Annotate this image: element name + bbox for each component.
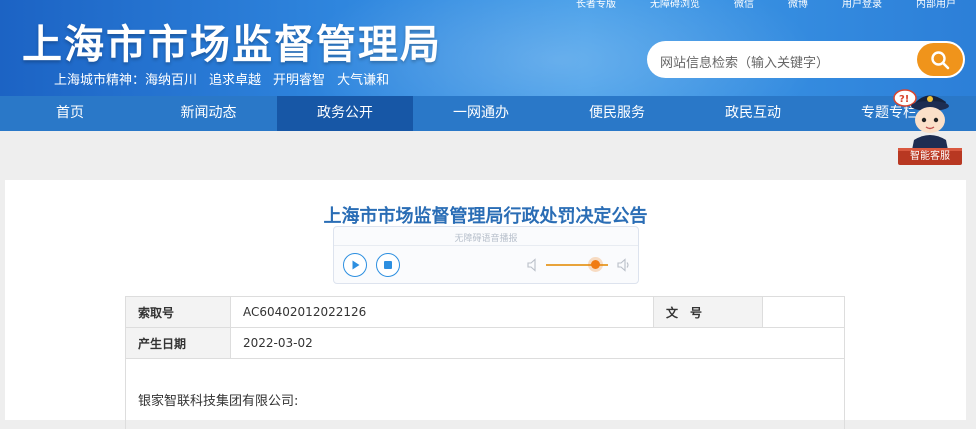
volume-low-icon[interactable] xyxy=(526,257,540,273)
volume-slider-handle[interactable] xyxy=(591,260,601,269)
stop-icon xyxy=(384,261,392,269)
top-links: 长者专版 无障碍浏览 微信 微博 用户登录 内部用户 xyxy=(542,0,956,10)
table-row: 产生日期 2022-03-02 xyxy=(125,327,845,359)
smart-assistant[interactable]: ?! 智能客服 xyxy=(890,82,970,168)
search-button[interactable] xyxy=(917,43,963,76)
body-paragraph: 银家智联科技集团有限公司: xyxy=(138,394,299,409)
article-panel: 上海市市场监督管理局行政处罚决定公告 无障碍语音播报 索取号 AC6040201… xyxy=(5,180,966,429)
top-link-accessibility[interactable]: 无障碍浏览 xyxy=(650,0,700,10)
top-link-internal[interactable]: 内部用户 xyxy=(916,0,956,10)
index-number-label: 索取号 xyxy=(125,296,231,328)
search-box: 网站信息检索（输入关键字） xyxy=(647,41,965,78)
document-meta-table: 索取号 AC60402012022126 文 号 产生日期 2022-03-02 xyxy=(125,296,845,359)
nav-item-interaction[interactable]: 政民互动 xyxy=(685,96,821,131)
player-title: 无障碍语音播报 xyxy=(454,234,518,244)
top-link-elderly[interactable]: 长者专版 xyxy=(576,0,616,10)
audio-player: 无障碍语音播报 xyxy=(333,226,639,284)
svg-text:?!: ?! xyxy=(899,94,909,105)
document-body: 银家智联科技集团有限公司: xyxy=(125,358,845,429)
site-title[interactable]: 上海市市场监督管理局 xyxy=(22,12,442,70)
volume-high-icon[interactable] xyxy=(616,257,632,273)
slogan-item: 追求卓越 xyxy=(209,73,262,88)
player-divider xyxy=(334,245,638,246)
play-icon xyxy=(352,260,360,270)
slogan-prefix: 上海城市精神： xyxy=(54,73,146,88)
nav-item-government-affairs[interactable]: 政务公开 xyxy=(277,96,413,131)
document-number-label: 文 号 xyxy=(653,296,763,328)
stop-button[interactable] xyxy=(376,253,400,277)
nav-item-one-stop-service[interactable]: 一网通办 xyxy=(413,96,549,131)
nav-item-public-service[interactable]: 便民服务 xyxy=(549,96,685,131)
play-button[interactable] xyxy=(343,253,367,277)
slogan-item: 大气谦和 xyxy=(337,73,390,88)
site-header: 上海市市场监督管理局 上海城市精神：海纳百川 追求卓越 开明睿智 大气谦和 长者专版 无… xyxy=(0,0,976,96)
nav-item-news[interactable]: 新闻动态 xyxy=(140,96,277,131)
top-link-wechat[interactable]: 微信 xyxy=(734,0,754,10)
issue-date-label: 产生日期 xyxy=(125,327,231,359)
slogan-item: 开明睿智 xyxy=(273,73,326,88)
page-title: 上海市市场监督管理局行政处罚决定公告 xyxy=(323,206,648,227)
top-link-login[interactable]: 用户登录 xyxy=(842,0,882,10)
search-icon xyxy=(931,51,950,70)
search-input[interactable]: 网站信息检索（输入关键字） xyxy=(660,52,829,71)
top-link-weibo[interactable]: 微博 xyxy=(788,0,808,10)
slogan-item: 海纳百川 xyxy=(145,73,198,88)
main-nav: 首页 新闻动态 政务公开 一网通办 便民服务 政民互动 专题专栏 xyxy=(0,96,976,131)
issue-date-value: 2022-03-02 xyxy=(230,327,845,359)
table-row: 索取号 AC60402012022126 文 号 xyxy=(125,296,845,328)
nav-item-home[interactable]: 首页 xyxy=(0,96,140,131)
index-number-value: AC60402012022126 xyxy=(230,296,654,328)
document-number-value xyxy=(762,296,845,328)
assistant-label[interactable]: 智能客服 xyxy=(898,149,962,165)
city-slogan: 上海城市精神：海纳百川 追求卓越 开明睿智 大气谦和 xyxy=(54,69,401,88)
